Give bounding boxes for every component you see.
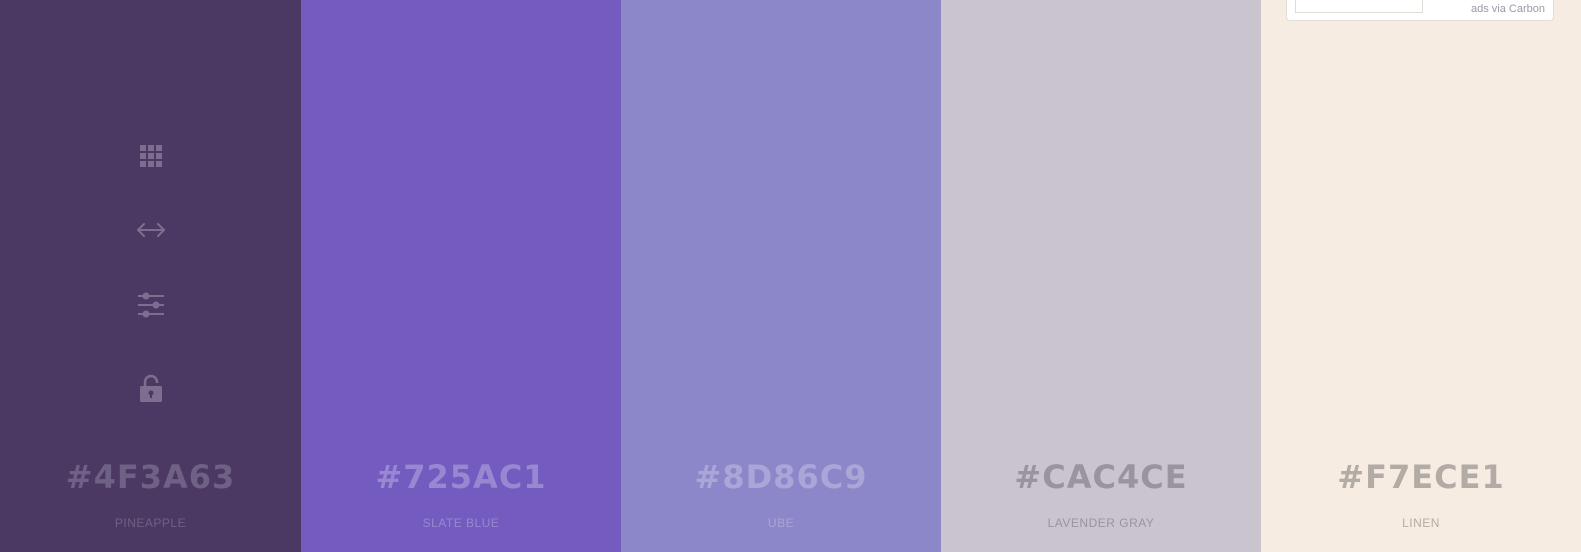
color-palette: #4F3A63 PINEAPPLE #725AC1 SLATE BLUE #8D… — [0, 0, 1581, 552]
ad-attribution-link[interactable]: ads via Carbon — [1471, 3, 1545, 15]
swatch-pineapple[interactable]: #4F3A63 PINEAPPLE — [0, 0, 301, 552]
arrows-horizontal-icon[interactable] — [135, 214, 167, 246]
swatch-linen[interactable]: ads via Carbon #F7ECE1 LINEN — [1261, 0, 1581, 552]
swatch-hex-code[interactable]: #F7ECE1 — [1261, 458, 1581, 496]
swatch-ube[interactable]: #8D86C9 UBE — [621, 0, 941, 552]
swatch-color-name: PINEAPPLE — [114, 516, 187, 530]
ad-image[interactable] — [1295, 0, 1423, 13]
swatch-hex-code[interactable]: #8D86C9 — [621, 458, 941, 496]
lock-icon[interactable] — [135, 372, 167, 404]
swatch-lavender-gray[interactable]: #CAC4CE LAVENDER GRAY — [941, 0, 1261, 552]
swatch-hex-code[interactable]: #CAC4CE — [941, 458, 1261, 496]
swatch-hex-code[interactable]: #725AC1 — [301, 458, 621, 496]
swatch-color-name: SLATE BLUE — [422, 516, 500, 530]
carbon-ad[interactable]: ads via Carbon — [1286, 0, 1554, 21]
sliders-icon[interactable] — [135, 289, 167, 321]
swatch-color-name: LINEN — [1402, 516, 1440, 530]
swatch-toolbar — [0, 140, 301, 420]
swatch-color-name: LAVENDER GRAY — [1047, 516, 1155, 530]
swatch-color-name: UBE — [767, 516, 795, 530]
swatch-hex-code[interactable]: #4F3A63 — [0, 458, 301, 496]
swatch-slate-blue[interactable]: #725AC1 SLATE BLUE — [301, 0, 621, 552]
grid-icon[interactable] — [135, 140, 167, 172]
